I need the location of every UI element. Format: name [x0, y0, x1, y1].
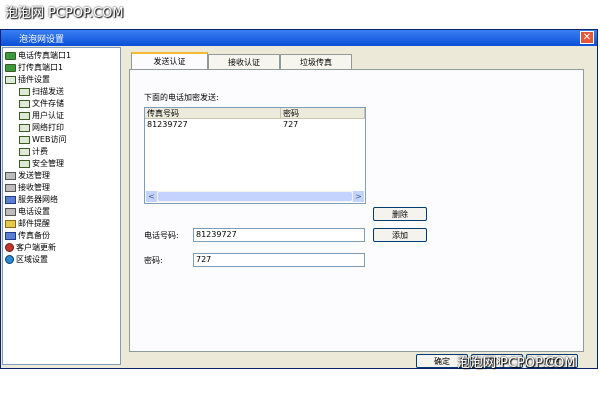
- tree-item-region-settings[interactable]: 区域设置: [5, 254, 48, 266]
- page-icon: [19, 87, 30, 96]
- person-icon: [5, 243, 14, 252]
- tree-item-send-management[interactable]: 发送管理: [5, 170, 50, 182]
- page-icon: [19, 135, 30, 144]
- scroll-left-icon[interactable]: <: [146, 191, 157, 202]
- close-button[interactable]: ✕: [580, 31, 594, 44]
- mail-icon: [5, 219, 16, 228]
- page-icon: [19, 123, 30, 132]
- column-header-password[interactable]: 密码: [281, 108, 365, 119]
- list-heading: 下面的电话加密发送:: [144, 93, 219, 102]
- page-icon: [19, 111, 30, 120]
- tree-item-print-fax-port[interactable]: 打传真端口1: [5, 62, 63, 74]
- add-button[interactable]: 添加: [373, 228, 427, 242]
- title-bar[interactable]: 泡泡网设置 ✕: [1, 30, 597, 46]
- modem-icon: [5, 51, 16, 60]
- send-auth-panel: 下面的电话加密发送: 传真号码 密码 81239727 727 < > 删除 电…: [129, 69, 584, 352]
- tree-item-file-storage[interactable]: 文件存储: [19, 98, 64, 110]
- page-icon: [19, 99, 30, 108]
- globe-icon: [5, 255, 14, 264]
- phone-number-label: 电话号码:: [144, 231, 179, 240]
- tree-item-phone-fax-port[interactable]: 电话传真端口1: [5, 50, 71, 62]
- tree-item-web-access[interactable]: WEB访问: [19, 134, 66, 146]
- tree-item-network-print[interactable]: 网络打印: [19, 122, 64, 134]
- tree-item-phone-settings[interactable]: 电话设置: [5, 206, 50, 218]
- tree-item-billing[interactable]: 计费: [19, 146, 48, 158]
- tab-receive-auth[interactable]: 接收认证: [208, 54, 280, 69]
- delete-button[interactable]: 删除: [373, 207, 427, 221]
- phone-number-input[interactable]: 81239727: [193, 228, 365, 242]
- folder-icon: [5, 171, 16, 180]
- password-label: 密码:: [144, 256, 163, 265]
- phone-icon: [5, 207, 16, 216]
- page-icon: [19, 147, 30, 156]
- server-icon: [5, 195, 16, 204]
- scroll-right-icon[interactable]: >: [353, 191, 364, 202]
- horizontal-scrollbar[interactable]: < >: [146, 191, 364, 202]
- watermark-top: 泡泡网 PCPOP.COM: [5, 6, 124, 21]
- tab-pane: 发送认证 接收认证 垃圾传真 下面的电话加密发送: 传真号码 密码 812397…: [124, 52, 584, 354]
- folder-icon: [5, 183, 16, 192]
- tree-item-user-auth[interactable]: 用户认证: [19, 110, 64, 122]
- settings-window: 泡泡网设置 ✕ 电话传真端口1 打传真端口1 插件设置 扫描发送 文件存储 用户…: [0, 29, 598, 369]
- password-input[interactable]: 727: [193, 253, 365, 267]
- tab-send-auth[interactable]: 发送认证: [131, 52, 208, 69]
- tree-item-mail-alert[interactable]: 邮件提醒: [5, 218, 50, 230]
- encrypted-phone-list[interactable]: 传真号码 密码 81239727 727 < >: [144, 107, 366, 204]
- column-header-fax-number[interactable]: 传真号码: [145, 108, 281, 119]
- tree-item-receive-management[interactable]: 接收管理: [5, 182, 50, 194]
- folder-icon: [5, 75, 16, 84]
- list-cell-password[interactable]: 727: [281, 120, 298, 130]
- tree-item-fax-backup[interactable]: 传真备份: [5, 230, 50, 242]
- settings-tree: 电话传真端口1 打传真端口1 插件设置 扫描发送 文件存储 用户认证 网络打印 …: [2, 47, 121, 365]
- scroll-thumb[interactable]: [158, 192, 352, 201]
- tree-item-server-network[interactable]: 服务器网络: [5, 194, 58, 206]
- tree-item-plugin-settings[interactable]: 插件设置: [5, 74, 50, 86]
- tree-item-scan-send[interactable]: 扫描发送: [19, 86, 64, 98]
- tab-junk-fax[interactable]: 垃圾传真: [280, 54, 352, 69]
- window-title: 泡泡网设置: [19, 35, 65, 45]
- watermark-bottom: 泡泡网 PCPOP.COM: [457, 356, 576, 371]
- backup-icon: [5, 231, 16, 240]
- tree-item-client-update[interactable]: 客户端更新: [5, 242, 56, 254]
- tree-item-security[interactable]: 安全管理: [19, 158, 64, 170]
- modem-icon: [5, 63, 16, 72]
- list-cell-fax-number[interactable]: 81239727: [145, 120, 188, 130]
- page-icon: [19, 159, 30, 168]
